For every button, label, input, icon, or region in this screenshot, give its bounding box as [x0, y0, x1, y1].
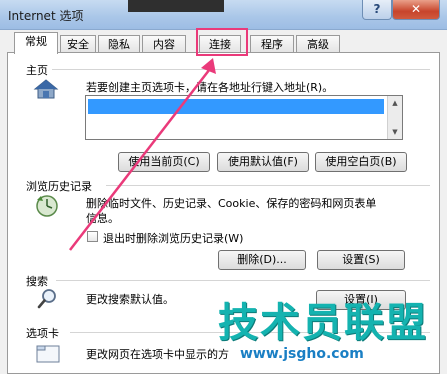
history-section-label: 浏览历史记录 [26, 180, 92, 193]
tabs-description: 更改网页在选项卡中显示的方 [86, 348, 229, 361]
tab-content[interactable]: 内容 [142, 35, 186, 53]
history-settings-button[interactable]: 设置(S) [317, 250, 405, 270]
search-icon [36, 288, 60, 313]
homepage-url-field[interactable]: ▲ ▼ [85, 95, 403, 140]
use-blank-page-button[interactable]: 使用空白页(B) [315, 152, 407, 172]
background-window-strip [128, 0, 224, 12]
delete-history-button[interactable]: 删除(D)... [218, 250, 306, 270]
close-button[interactable]: ✕ [392, 0, 440, 20]
window-title: Internet 选项 [8, 9, 84, 23]
watermark-brand: 技术员联盟 [218, 300, 428, 346]
scroll-down-icon[interactable]: ▼ [390, 127, 400, 137]
use-current-page-button[interactable]: 使用当前页(C) [118, 152, 210, 172]
homepage-section-label: 主页 [26, 64, 48, 77]
search-description: 更改搜索默认值。 [86, 293, 174, 306]
watermark-url: www.jsgho.com [240, 346, 364, 362]
tab-privacy[interactable]: 隐私 [98, 35, 140, 53]
tabs-section-label: 选项卡 [26, 327, 59, 340]
homepage-url-selected-text [88, 99, 384, 114]
homepage-instruction: 若要创建主页选项卡，请在各地址行键入地址(R)。 [86, 81, 334, 94]
help-button[interactable]: ? [362, 0, 392, 20]
title-bar: Internet 选项 ? ✕ [0, 0, 447, 30]
tab-general[interactable]: 常规 [14, 32, 58, 54]
use-default-button[interactable]: 使用默认值(F) [217, 152, 309, 172]
history-description-line2: 信息。 [86, 212, 119, 225]
connections-tab-highlight [196, 28, 248, 56]
home-icon [33, 78, 59, 103]
homepage-separator [52, 69, 430, 70]
scroll-up-icon[interactable]: ▲ [390, 98, 400, 108]
history-separator [106, 185, 430, 186]
delete-history-on-exit-checkbox[interactable] [87, 231, 98, 242]
history-description-line1: 删除临时文件、历史记录、Cookie、保存的密码和网页表单 [86, 197, 377, 210]
tab-security[interactable]: 安全 [60, 35, 96, 53]
search-separator [56, 280, 430, 281]
tabs-icon [36, 343, 60, 366]
tab-advanced[interactable]: 高级 [296, 35, 340, 53]
delete-history-on-exit-label[interactable]: 退出时删除浏览历史记录(W) [103, 230, 243, 246]
search-section-label: 搜索 [26, 275, 48, 288]
history-icon [35, 194, 61, 221]
tab-programs[interactable]: 程序 [250, 35, 294, 53]
url-field-scrollbar[interactable]: ▲ ▼ [387, 96, 402, 139]
